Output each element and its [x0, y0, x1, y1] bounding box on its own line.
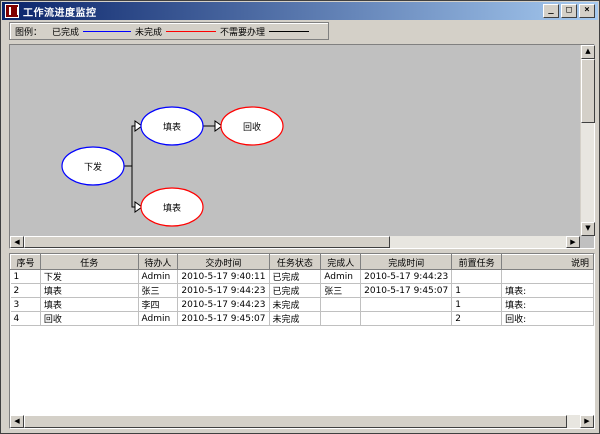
table-cell: 已完成 — [269, 283, 322, 298]
node-tianbiao2-label: 填表 — [162, 204, 181, 214]
table-cell: 2010-5-17 9:44:23 — [177, 283, 270, 298]
table-cell: 填表 — [40, 297, 139, 312]
table-cell: 2010-5-17 9:44:23 — [177, 297, 270, 312]
workflow-monitor-window: 工作流进度监控 _ □ × 图例： 已完成 未完成 不需要办理 下发 填表 回收… — [0, 0, 600, 434]
table-cell — [451, 269, 503, 284]
close-button[interactable]: × — [579, 4, 595, 18]
table-cell — [501, 269, 594, 284]
table-cell: 已完成 — [269, 269, 322, 284]
legend: 图例： 已完成 未完成 不需要办理 — [9, 22, 329, 40]
table-cell: 填表: — [501, 283, 594, 298]
scroll-thumb[interactable] — [24, 236, 390, 248]
title-bar[interactable]: 工作流进度监控 _ □ × — [2, 2, 598, 20]
legend-completed-line — [83, 30, 132, 32]
legend-label: 图例： — [15, 27, 43, 38]
table-cell: 1 — [451, 297, 503, 312]
column-header[interactable]: 任务 — [39, 254, 139, 270]
window-controls: _ □ × — [543, 4, 595, 18]
maximize-button[interactable]: □ — [561, 4, 577, 18]
column-header[interactable]: 说明 — [501, 254, 594, 270]
scroll-up-icon[interactable]: ▲ — [581, 45, 595, 59]
table-header-row: 序号 任务 待办人 交办时间 任务状态 完成人 完成时间 前置任务 说明 — [10, 254, 594, 270]
table-cell: 3 — [10, 297, 41, 312]
table-cell: 2010-5-17 9:44:23 — [360, 269, 453, 284]
table-cell: 2010-5-17 9:45:07 — [360, 283, 453, 298]
table-cell: 1 — [451, 283, 503, 298]
diagram-vertical-scrollbar[interactable]: ▲ ▼ — [580, 45, 595, 236]
scroll-left-icon[interactable]: ◀ — [10, 415, 24, 428]
table-cell: 2010-5-17 9:45:07 — [177, 311, 270, 326]
task-grid: 序号 任务 待办人 交办时间 任务状态 完成人 完成时间 前置任务 说明 1 下… — [9, 253, 595, 429]
node-xiafa-label: 下发 — [83, 163, 102, 173]
table-cell: Admin — [320, 269, 362, 284]
table-cell: 填表: — [501, 297, 594, 312]
legend-notrequired-line — [269, 30, 310, 32]
table-cell — [360, 297, 453, 312]
legend-completed-label: 已完成 — [52, 27, 80, 38]
column-header[interactable]: 前置任务 — [451, 254, 503, 270]
table-cell: 填表 — [40, 283, 139, 298]
task-table: 序号 任务 待办人 交办时间 任务状态 完成人 完成时间 前置任务 说明 1 下… — [10, 254, 594, 326]
table-cell: 2 — [10, 283, 41, 298]
scroll-thumb[interactable] — [581, 59, 595, 123]
column-header[interactable]: 序号 — [10, 254, 41, 270]
workflow-diagram: 下发 填表 回收 填表 ▲ ▼ ◀ ▶ — [9, 44, 595, 249]
table-cell: 2 — [451, 311, 503, 326]
table-cell: 张三 — [138, 283, 179, 298]
legend-uncompleted-label: 未完成 — [135, 27, 163, 38]
table-cell: 张三 — [320, 283, 362, 298]
table-cell: 未完成 — [269, 297, 322, 312]
table-cell — [320, 297, 362, 312]
scroll-left-icon[interactable]: ◀ — [10, 236, 24, 248]
column-header[interactable]: 完成时间 — [360, 254, 453, 270]
scroll-down-icon[interactable]: ▼ — [581, 222, 595, 236]
app-icon — [5, 4, 19, 18]
table-row[interactable]: 4 回收 Admin 2010-5-17 9:45:07 未完成 2 回收: — [10, 311, 594, 326]
column-header[interactable]: 完成人 — [320, 254, 362, 270]
table-row[interactable]: 3 填表 李四 2010-5-17 9:44:23 未完成 1 填表: — [10, 297, 594, 312]
table-cell: 4 — [10, 311, 41, 326]
minimize-button[interactable]: _ — [543, 4, 559, 18]
table-cell: 李四 — [138, 297, 179, 312]
scroll-thumb[interactable] — [24, 415, 567, 428]
table-cell: 未完成 — [269, 311, 322, 326]
column-header[interactable]: 交办时间 — [177, 254, 270, 270]
legend-uncompleted-line — [166, 30, 217, 32]
grid-horizontal-scrollbar[interactable]: ◀ ▶ — [10, 415, 594, 428]
window-title: 工作流进度监控 — [23, 7, 97, 19]
legend-notrequired-label: 不需要办理 — [220, 27, 266, 38]
connector-xiafa-tianbiao1 — [124, 125, 138, 167]
node-tianbiao1-label: 填表 — [162, 123, 181, 133]
scroll-right-icon[interactable]: ▶ — [566, 236, 580, 248]
table-row[interactable]: 1 下发 Admin 2010-5-17 9:40:11 已完成 Admin 2… — [10, 269, 594, 284]
table-cell: 2010-5-17 9:40:11 — [177, 269, 270, 284]
table-cell: 回收: — [501, 311, 594, 326]
table-cell: Admin — [138, 311, 179, 326]
workflow-graph — [61, 106, 284, 227]
column-header[interactable]: 待办人 — [137, 254, 179, 270]
connector-xiafa-tianbiao2 — [124, 165, 138, 208]
table-cell — [320, 311, 362, 326]
table-cell — [360, 311, 453, 326]
node-huishou-label: 回收 — [242, 123, 261, 133]
table-row[interactable]: 2 填表 张三 2010-5-17 9:44:23 已完成 张三 2010-5-… — [10, 283, 594, 298]
scroll-right-icon[interactable]: ▶ — [580, 415, 594, 428]
table-cell: 回收 — [40, 311, 139, 326]
table-cell: Admin — [138, 269, 179, 284]
table-cell: 下发 — [40, 269, 139, 284]
diagram-horizontal-scrollbar[interactable]: ◀ ▶ — [10, 236, 580, 248]
table-cell: 1 — [10, 269, 41, 284]
column-header[interactable]: 任务状态 — [268, 254, 322, 270]
